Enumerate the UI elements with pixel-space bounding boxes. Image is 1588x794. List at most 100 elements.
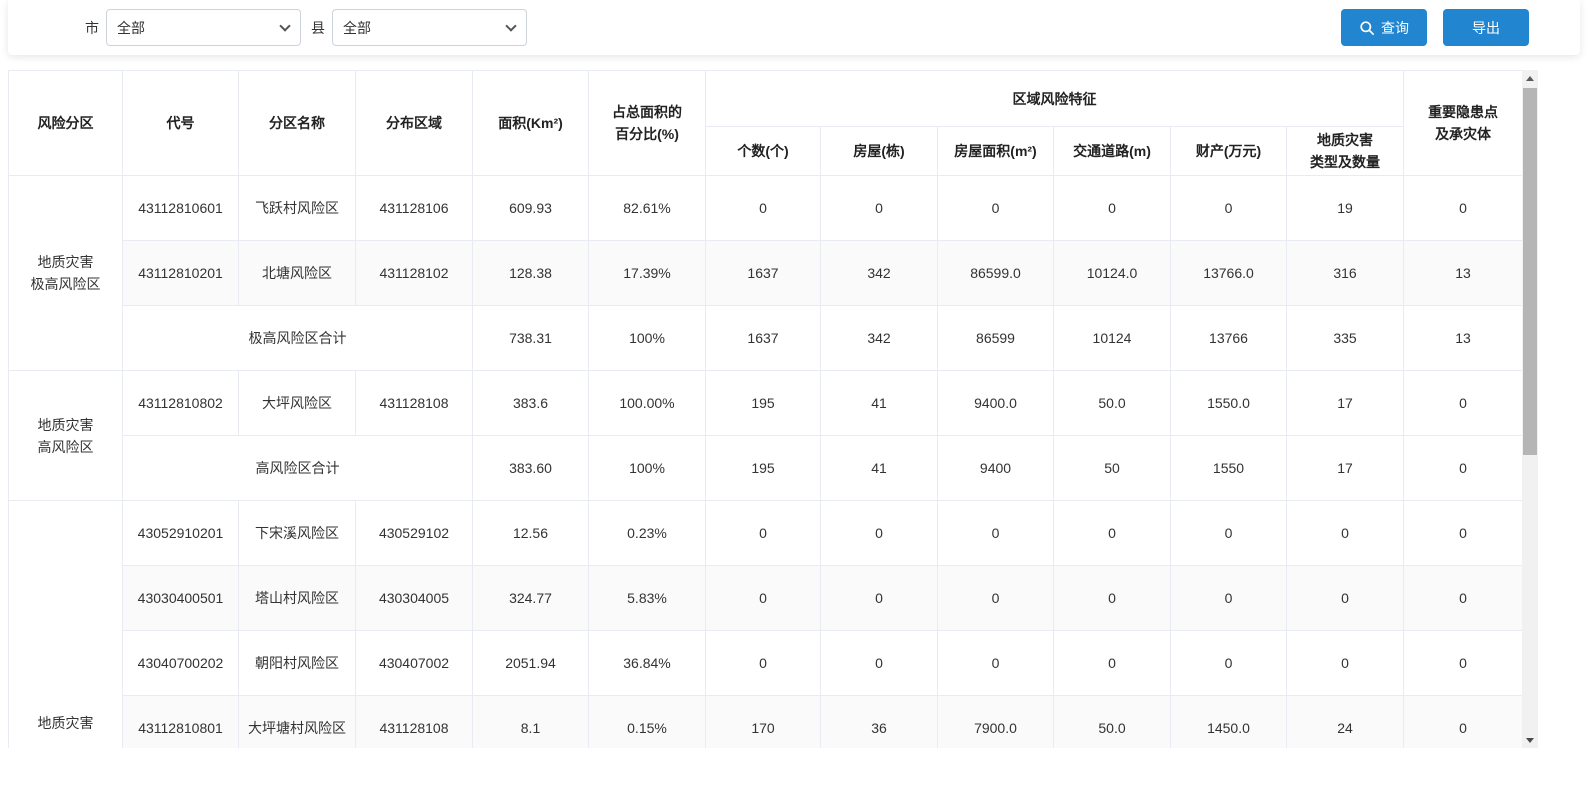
cell-roads: 0 — [1054, 631, 1171, 696]
cell-area-percent: 0.23% — [589, 501, 706, 566]
risk-group-cell: 地质灾害 — [9, 501, 123, 749]
cell-code: 43112810802 — [123, 371, 239, 436]
summary-cell: 383.60 — [473, 436, 589, 501]
column-header: 面积(Km²) — [473, 71, 589, 176]
cell-property: 0 — [1171, 631, 1287, 696]
query-button[interactable]: 查询 — [1341, 9, 1427, 46]
cell-roads: 50.0 — [1054, 696, 1171, 749]
scroll-up-button[interactable] — [1522, 70, 1538, 86]
cell-key-points: 0 — [1404, 501, 1523, 566]
risk-group-cell: 地质灾害 极高风险区 — [9, 176, 123, 371]
cell-hazard-types: 19 — [1287, 176, 1404, 241]
cell-house-area: 7900.0 — [938, 696, 1054, 749]
cell-property: 0 — [1171, 176, 1287, 241]
cell-roads: 0 — [1054, 176, 1171, 241]
cell-zone-name: 大坪塘村风险区 — [239, 696, 356, 749]
sub-column-header: 个数(个) — [706, 127, 821, 176]
cell-houses: 36 — [821, 696, 938, 749]
cell-code: 43112810201 — [123, 241, 239, 306]
risk-zone-table: 风险分区代号分区名称分布区域面积(Km²)占总面积的 百分比(%)区域风险特征重… — [8, 70, 1523, 748]
vertical-scrollbar[interactable] — [1522, 70, 1538, 748]
cell-area: 128.38 — [473, 241, 589, 306]
column-header: 分布区域 — [356, 71, 473, 176]
column-header: 风险分区 — [9, 71, 123, 176]
table-row: 极高风险区合计738.31100%16373428659910124137663… — [9, 306, 1523, 371]
cell-hazard-types: 0 — [1287, 501, 1404, 566]
cell-roads: 10124.0 — [1054, 241, 1171, 306]
cell-area: 2051.94 — [473, 631, 589, 696]
cell-zone-name: 北塘风险区 — [239, 241, 356, 306]
cell-hazard-types: 17 — [1287, 371, 1404, 436]
cell-house-area: 0 — [938, 176, 1054, 241]
scrollbar-thumb[interactable] — [1523, 88, 1537, 455]
column-header: 代号 — [123, 71, 239, 176]
summary-cell: 17 — [1287, 436, 1404, 501]
summary-cell: 100% — [589, 436, 706, 501]
cell-house-area: 0 — [938, 631, 1054, 696]
cell-house-area: 86599.0 — [938, 241, 1054, 306]
cell-key-points: 0 — [1404, 696, 1523, 749]
county-select[interactable]: 全部 — [332, 9, 527, 46]
cell-key-points: 0 — [1404, 176, 1523, 241]
risk-zone-table-container: 风险分区代号分区名称分布区域面积(Km²)占总面积的 百分比(%)区域风险特征重… — [8, 70, 1538, 748]
column-header-key-points: 重要隐患点 及承灾体 — [1404, 71, 1523, 176]
sub-column-header: 地质灾害 类型及数量 — [1287, 127, 1404, 176]
export-button-label: 导出 — [1472, 18, 1500, 38]
cell-key-points: 0 — [1404, 631, 1523, 696]
cell-zone-name: 飞跃村风险区 — [239, 176, 356, 241]
table-row: 43112810801大坪塘村风险区4311281088.10.15%17036… — [9, 696, 1523, 749]
cell-key-points: 0 — [1404, 371, 1523, 436]
cell-area: 12.56 — [473, 501, 589, 566]
column-header: 占总面积的 百分比(%) — [589, 71, 706, 176]
summary-cell: 0 — [1404, 436, 1523, 501]
summary-cell: 86599 — [938, 306, 1054, 371]
table-row: 43040700202朝阳村风险区4304070022051.9436.84%0… — [9, 631, 1523, 696]
cell-houses: 0 — [821, 631, 938, 696]
cell-count: 0 — [706, 501, 821, 566]
cell-count: 1637 — [706, 241, 821, 306]
city-select[interactable]: 全部 — [106, 9, 301, 46]
cell-hazard-types: 316 — [1287, 241, 1404, 306]
summary-cell: 195 — [706, 436, 821, 501]
cell-roads: 50.0 — [1054, 371, 1171, 436]
cell-region: 431128102 — [356, 241, 473, 306]
cell-property: 1550.0 — [1171, 371, 1287, 436]
cell-region: 431128108 — [356, 696, 473, 749]
summary-cell: 1550 — [1171, 436, 1287, 501]
cell-zone-name: 大坪风险区 — [239, 371, 356, 436]
cell-area: 8.1 — [473, 696, 589, 749]
table-row: 地质灾害 极高风险区43112810601飞跃村风险区431128106609.… — [9, 176, 1523, 241]
cell-area-percent: 5.83% — [589, 566, 706, 631]
cell-hazard-types: 24 — [1287, 696, 1404, 749]
cell-property: 1450.0 — [1171, 696, 1287, 749]
scroll-down-button[interactable] — [1522, 732, 1538, 748]
arrow-up-icon — [1526, 76, 1534, 81]
cell-hazard-types: 0 — [1287, 566, 1404, 631]
cell-region: 430407002 — [356, 631, 473, 696]
cell-code: 43030400501 — [123, 566, 239, 631]
table-row: 43112810201北塘风险区431128102128.3817.39%163… — [9, 241, 1523, 306]
cell-count: 195 — [706, 371, 821, 436]
export-button[interactable]: 导出 — [1443, 9, 1529, 46]
county-field: 县 全部 — [311, 9, 527, 46]
table-row: 43030400501塔山村风险区430304005324.775.83%000… — [9, 566, 1523, 631]
cell-area: 383.6 — [473, 371, 589, 436]
cell-area-percent: 100.00% — [589, 371, 706, 436]
summary-cell: 41 — [821, 436, 938, 501]
group-header-risk-features: 区域风险特征 — [706, 71, 1404, 127]
cell-area-percent: 0.15% — [589, 696, 706, 749]
cell-roads: 0 — [1054, 501, 1171, 566]
toolbar: 市 全部 县 全部 查询 导出 — [8, 0, 1580, 55]
cell-hazard-types: 0 — [1287, 631, 1404, 696]
summary-cell: 738.31 — [473, 306, 589, 371]
cell-property: 13766.0 — [1171, 241, 1287, 306]
cell-property: 0 — [1171, 566, 1287, 631]
summary-cell: 13766 — [1171, 306, 1287, 371]
cell-houses: 0 — [821, 566, 938, 631]
cell-houses: 0 — [821, 176, 938, 241]
cell-zone-name: 下宋溪风险区 — [239, 501, 356, 566]
table-row: 地质灾害 高风险区43112810802大坪风险区431128108383.61… — [9, 371, 1523, 436]
cell-region: 430304005 — [356, 566, 473, 631]
cell-area-percent: 17.39% — [589, 241, 706, 306]
query-button-label: 查询 — [1381, 18, 1409, 38]
